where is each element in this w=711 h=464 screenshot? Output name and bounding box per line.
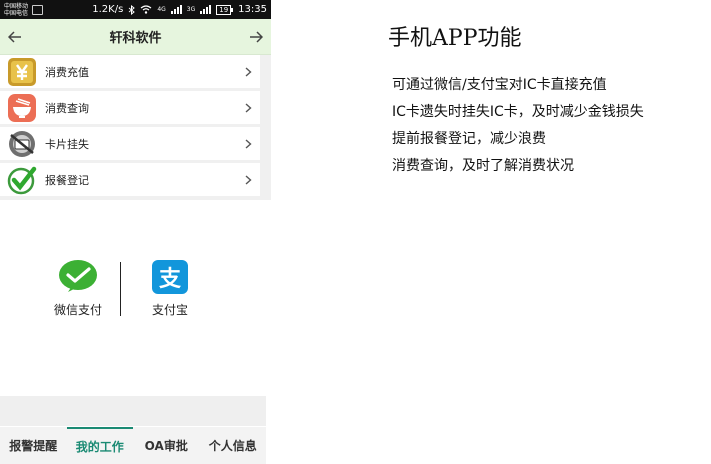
phone-screenshot: 中国移动 中国电信 1.2K/s 4G 3G 19 13:35 轩科软件 消费充… [0,0,271,200]
menu-item-meal-registration[interactable]: 报餐登记 [0,163,260,196]
wechat-pay-label: 微信支付 [53,303,102,317]
feature-title: 手机APP功能 [388,26,522,51]
menu-label: 消费充值 [45,65,89,79]
alipay-label: 支付宝 [151,303,188,317]
carrier-names: 中国移动 中国电信 [4,3,28,17]
alipay: 支 支付宝 [142,260,198,318]
bluetooth-icon [129,4,136,15]
chevron-right-icon [245,91,252,124]
wifi-icon [140,5,152,14]
signal-icon-2 [200,5,212,14]
lost-card-icon [9,130,35,157]
signal-icon-1 [170,5,182,14]
carrier-2: 中国电信 [4,9,29,17]
rice-bowl-icon [8,93,36,122]
alipay-icon: 支 [152,260,188,294]
back-button[interactable] [0,19,30,54]
chevron-right-icon [245,55,252,88]
forward-button[interactable] [241,19,271,54]
app-title: 轩科软件 [109,31,162,46]
bottom-tab-bar: 报警提醒 我的工作 OA审批 个人信息 [0,427,266,464]
feature-line: 可通过微信/支付宝对IC卡直接充值 [392,77,607,93]
feature-line: 消费查询，及时了解消费状况 [392,158,574,174]
chevron-right-icon [245,127,252,160]
feature-list: 可通过微信/支付宝对IC卡直接充值 IC卡遗失时挂失IC卡，及时减少金钱损失 提… [392,72,644,180]
check-mark-icon [7,166,37,194]
menu-label: 卡片挂失 [45,137,89,151]
network-type-2: 3G [186,6,196,13]
feature-line: 提前报餐登记，减少浪费 [392,131,546,147]
menu-item-consumption-query[interactable]: 消费查询 [0,91,260,124]
carrier-1: 中国移动 [4,2,29,10]
battery-icon: 19 [216,4,234,15]
tab-my-work[interactable]: 我的工作 [66,427,133,464]
menu-item-card-loss[interactable]: 卡片挂失 [0,127,260,160]
menu-label: 报餐登记 [45,173,89,187]
menu-label: 消费查询 [45,101,89,115]
wechat-pay: 微信支付 [50,260,106,318]
tab-alarm-reminder[interactable]: 报警提醒 [0,427,67,464]
arrow-left-icon [8,30,21,43]
network-type-1: 4G [157,6,166,13]
status-bar: 中国移动 中国电信 1.2K/s 4G 3G 19 13:35 [0,0,271,19]
arrow-right-icon [249,30,263,43]
function-menu: 消费充值 消费查询 卡片挂失 报餐登记 [0,55,260,199]
network-speed: 1.2K/s [92,4,124,15]
menu-item-recharge[interactable]: 消费充值 [0,55,260,88]
wechat-pay-icon [59,260,97,292]
alipay-glyph: 支 [159,267,182,292]
battery-level: 19 [216,4,232,15]
chevron-right-icon [245,163,252,196]
feature-line: IC卡遗失时挂失IC卡，及时减少金钱损失 [392,104,644,120]
content-bottom-band [0,396,266,426]
notification-icon [32,4,44,15]
tab-personal-info[interactable]: 个人信息 [200,427,267,464]
payment-methods: 微信支付 支 支付宝 [50,258,210,318]
clock: 13:35 [238,4,267,15]
yuan-coin-icon [8,57,36,86]
payment-divider [120,262,121,316]
tab-oa-approval[interactable]: OA审批 [133,427,200,464]
app-header: 轩科软件 [0,19,271,55]
